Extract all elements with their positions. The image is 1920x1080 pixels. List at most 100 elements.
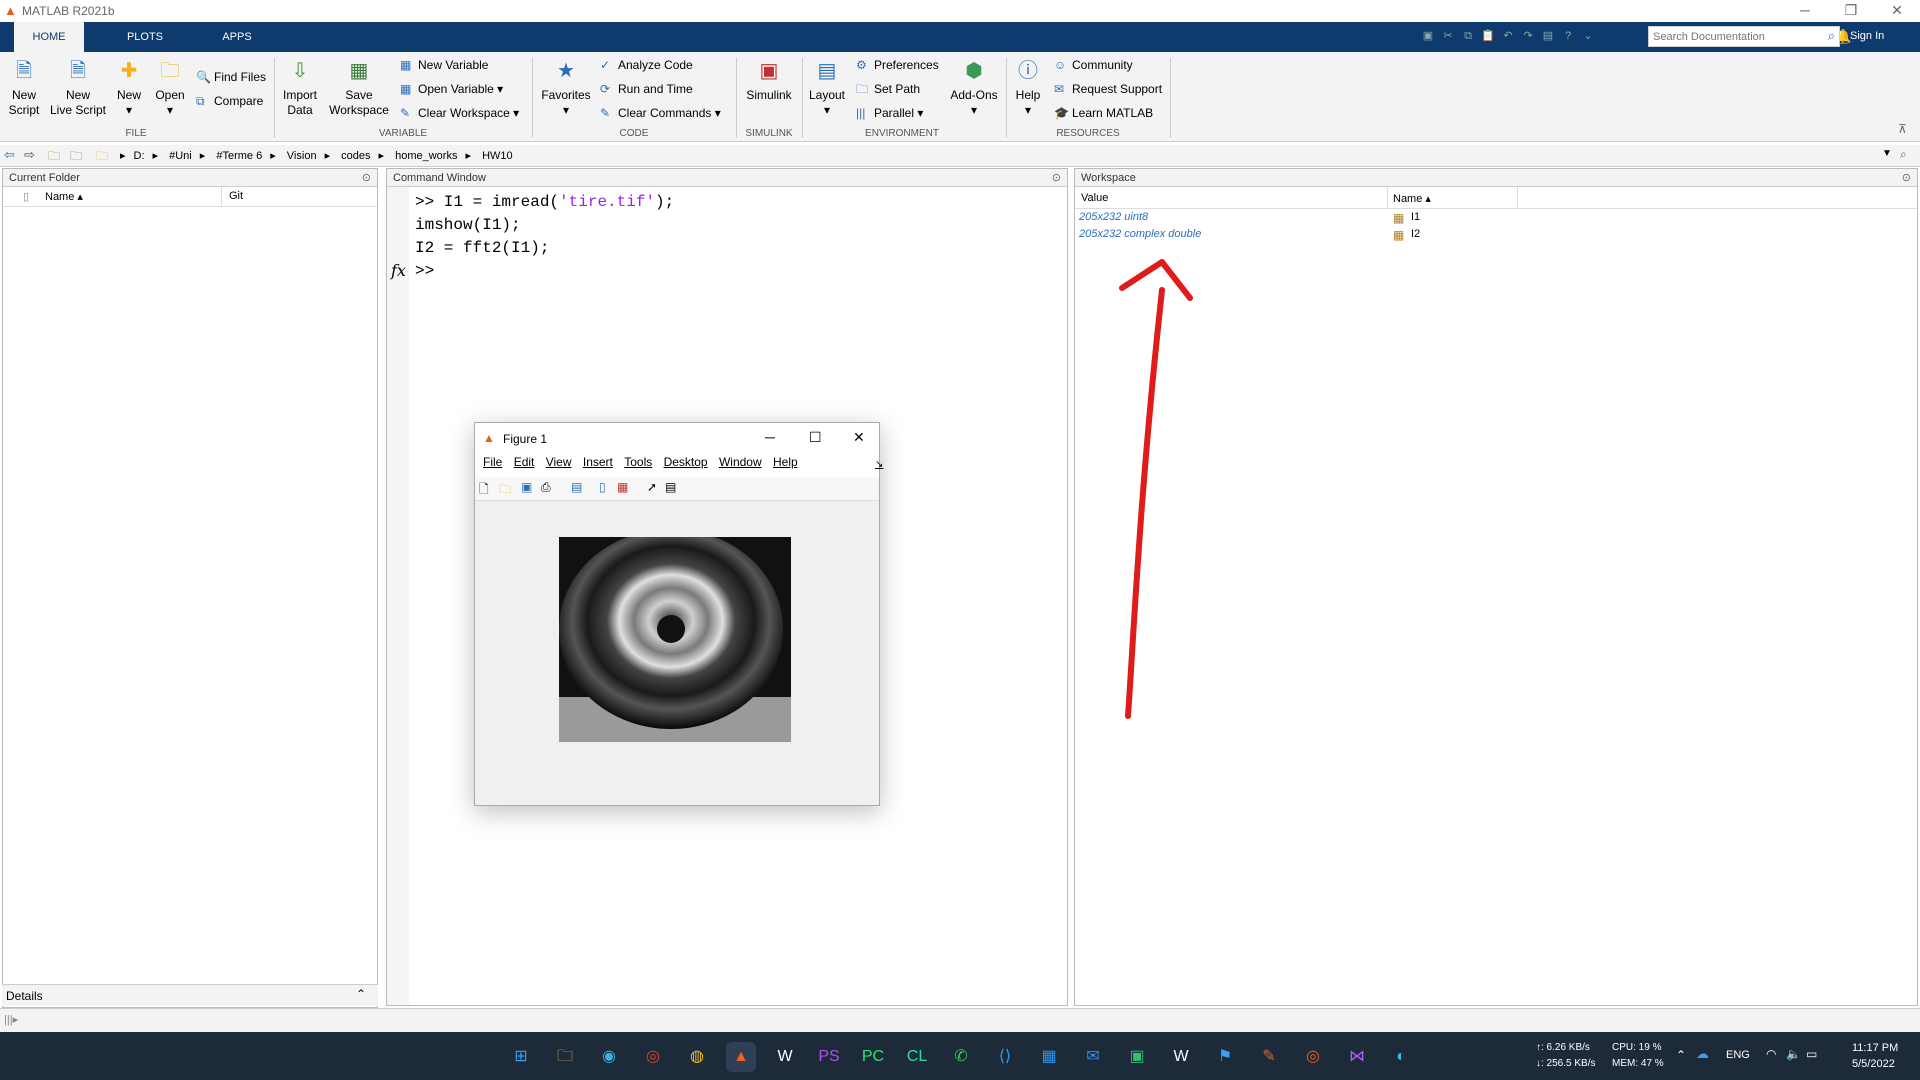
open-variable-button[interactable]: ▦ Open Variable ▾: [400, 80, 503, 98]
file-explorer-icon[interactable]: 🗀: [550, 1042, 580, 1072]
new-figure-icon[interactable]: 🗋: [479, 480, 489, 501]
analyze-code-button[interactable]: ✓ Analyze Code: [600, 56, 693, 74]
volume-icon[interactable]: 🔈: [1786, 1047, 1801, 1061]
print-icon[interactable]: ⎙: [541, 480, 551, 495]
wps-icon[interactable]: W: [1166, 1042, 1196, 1072]
search-folder-icon[interactable]: ⌕: [1900, 147, 1907, 162]
collapse-ribbon-icon[interactable]: ⊼: [1898, 122, 1907, 136]
fx-function-browser-icon[interactable]: fx: [391, 261, 406, 280]
sign-in-link[interactable]: Sign In: [1850, 30, 1884, 42]
draw-app-icon[interactable]: ✎: [1254, 1042, 1284, 1072]
close-icon[interactable]: ✕: [1874, 0, 1920, 22]
column-git[interactable]: Git: [229, 190, 243, 202]
search-input[interactable]: [1649, 27, 1813, 46]
link-plot-icon[interactable]: ▤: [571, 480, 582, 494]
import-data-button[interactable]: ⇩ Import Data: [278, 58, 322, 118]
battery-icon[interactable]: ▭: [1806, 1047, 1817, 1061]
preferences-button[interactable]: ⚙ Preferences: [856, 56, 939, 74]
address-dropdown-icon[interactable]: ▼: [1882, 148, 1892, 159]
save-icon[interactable]: ▣: [1418, 29, 1438, 45]
start-menu-icon[interactable]: ⊞: [506, 1042, 536, 1072]
clear-commands-button[interactable]: ✎ Clear Commands ▾: [600, 104, 721, 122]
find-files-button[interactable]: 🔍 Find Files: [196, 68, 266, 86]
ubuntu-icon[interactable]: ◎: [1298, 1042, 1328, 1072]
wifi-icon[interactable]: ◠: [1766, 1047, 1776, 1061]
close-icon[interactable]: ✕: [853, 429, 865, 446]
breadcrumb-item[interactable]: HW10: [482, 150, 513, 162]
onedrive-icon[interactable]: ☁: [1696, 1046, 1709, 1062]
store-icon[interactable]: ▦: [1034, 1042, 1064, 1072]
menu-help[interactable]: Help: [773, 455, 798, 469]
figure-title-bar[interactable]: ▲ Figure 1 ─ ☐ ✕: [475, 423, 879, 455]
run-and-time-button[interactable]: ⟳ Run and Time: [600, 80, 693, 98]
language-indicator[interactable]: ENG: [1726, 1049, 1750, 1061]
undo-icon[interactable]: ↶: [1498, 29, 1518, 45]
menu-view[interactable]: View: [546, 455, 572, 469]
word-icon[interactable]: W: [770, 1042, 800, 1072]
table-row[interactable]: 205x232 complex double ▦ I2: [1079, 228, 1559, 244]
add-ons-button[interactable]: ⬢ Add-Ons ▾: [946, 58, 1002, 118]
table-row[interactable]: 205x232 uint8 ▦ I1: [1079, 211, 1559, 227]
open-file-icon[interactable]: 🗀: [499, 480, 511, 501]
forward-icon[interactable]: ⇨: [24, 147, 35, 163]
save-workspace-button[interactable]: ▦ Save Workspace: [326, 58, 392, 118]
menu-file[interactable]: File: [483, 455, 502, 469]
help-button[interactable]: ⓘ Help ▾: [1012, 58, 1044, 118]
mail-icon[interactable]: ✉: [1078, 1042, 1108, 1072]
column-value[interactable]: Value: [1081, 192, 1108, 204]
redo-icon[interactable]: ↷: [1518, 29, 1538, 45]
panel-menu-icon[interactable]: ⊙: [362, 169, 371, 187]
record-app-icon[interactable]: ◎: [638, 1042, 668, 1072]
pycharm-icon[interactable]: PC: [858, 1042, 888, 1072]
colorful-app-icon[interactable]: ◐: [1386, 1042, 1416, 1072]
tab-plots[interactable]: PLOTS: [110, 22, 180, 52]
breadcrumb-item[interactable]: #Uni: [169, 150, 192, 162]
excel-app-icon[interactable]: ▣: [1122, 1042, 1152, 1072]
new-script-button[interactable]: 🗎 New Script: [4, 58, 44, 118]
search-documentation[interactable]: ⌕: [1648, 26, 1840, 47]
parallel-button[interactable]: ||| Parallel ▾: [856, 104, 923, 122]
panel-menu-icon[interactable]: ⊙: [1052, 169, 1061, 187]
browse-folder-icon[interactable]: 🗀: [70, 147, 82, 168]
menu-overflow-icon[interactable]: ↘: [875, 459, 883, 470]
learn-matlab-button[interactable]: 🎓 Learn MATLAB: [1054, 104, 1153, 122]
column-name[interactable]: Name ▴: [45, 190, 83, 203]
column-name[interactable]: Name ▴: [1393, 192, 1431, 205]
menu-edit[interactable]: Edit: [514, 455, 535, 469]
compare-button[interactable]: ⧉ Compare: [196, 92, 263, 110]
favorites-button[interactable]: ★ Favorites ▾: [536, 58, 596, 118]
steam-icon[interactable]: ⚑: [1210, 1042, 1240, 1072]
phpstorm-icon[interactable]: PS: [814, 1042, 844, 1072]
legend-icon[interactable]: ▦: [617, 480, 628, 494]
more-icon[interactable]: ⌄: [1578, 29, 1598, 45]
new-variable-button[interactable]: ▦ New Variable: [400, 56, 488, 74]
visual-studio-icon[interactable]: ⋈: [1342, 1042, 1372, 1072]
figure-window[interactable]: ▲ Figure 1 ─ ☐ ✕ File Edit View Insert T…: [474, 422, 883, 806]
maximize-icon[interactable]: ☐: [809, 429, 822, 446]
cut-icon[interactable]: ✂: [1438, 29, 1458, 45]
save-icon[interactable]: ▣: [521, 480, 532, 494]
breadcrumb-item[interactable]: Vision: [287, 150, 317, 162]
layout-button[interactable]: ▤ Layout ▾: [806, 58, 848, 118]
switch-windows-icon[interactable]: ▤: [1538, 29, 1558, 45]
copy-icon[interactable]: ⧉: [1458, 30, 1478, 46]
tray-chevron-up-icon[interactable]: ⌃: [1676, 1048, 1686, 1062]
command-prompt[interactable]: >>: [415, 260, 674, 283]
breadcrumb-item[interactable]: #Terme 6: [216, 150, 262, 162]
property-inspector-icon[interactable]: ▤: [665, 480, 676, 494]
menu-insert[interactable]: Insert: [583, 455, 613, 469]
menu-window[interactable]: Window: [719, 455, 762, 469]
minimize-icon[interactable]: ─: [765, 429, 775, 445]
new-live-script-button[interactable]: 🗎 New Live Script: [48, 58, 108, 118]
back-icon[interactable]: ⇦: [4, 147, 15, 163]
chevron-up-icon[interactable]: ⌃: [356, 987, 366, 1001]
search-icon[interactable]: ⌕: [1828, 28, 1835, 44]
clock-date[interactable]: 5/5/2022: [1852, 1058, 1895, 1070]
up-folder-icon[interactable]: 🗀: [48, 147, 60, 168]
panel-menu-icon[interactable]: ⊙: [1902, 169, 1911, 187]
breadcrumb-item[interactable]: codes: [341, 150, 370, 162]
chrome-icon[interactable]: ◍: [682, 1042, 712, 1072]
matlab-taskbar-icon[interactable]: ▲: [726, 1042, 756, 1072]
tab-home[interactable]: HOME: [14, 22, 84, 52]
pointer-icon[interactable]: ➚: [647, 480, 657, 494]
